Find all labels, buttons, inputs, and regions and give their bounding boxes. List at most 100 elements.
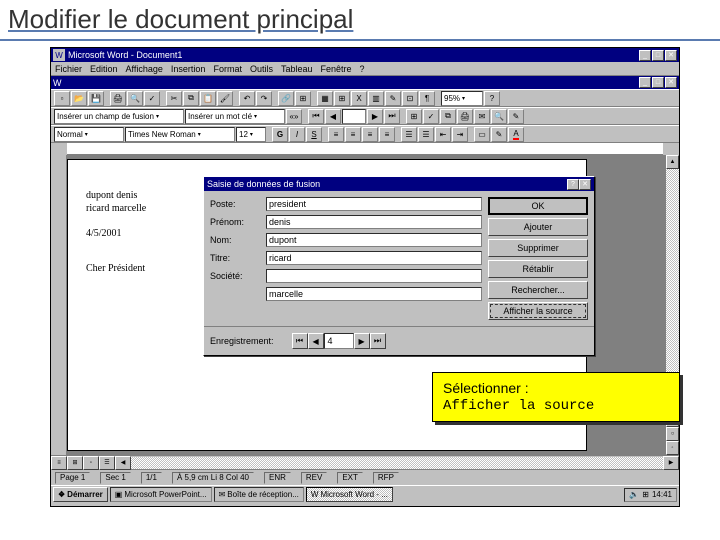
menu-edition[interactable]: Edition: [90, 64, 118, 74]
indent-icon[interactable]: ⇥: [452, 127, 468, 142]
highlight-icon[interactable]: ✎: [491, 127, 507, 142]
page-view-icon[interactable]: ▫: [83, 456, 99, 470]
align-center-icon[interactable]: ≡: [345, 127, 361, 142]
next-page-icon[interactable]: ◦: [666, 441, 679, 455]
print-icon[interactable]: 🖨: [110, 91, 126, 106]
taskbar-item-inbox[interactable]: ✉Boîte de réception...: [214, 487, 304, 502]
open-icon[interactable]: 📂: [71, 91, 87, 106]
taskbar-item-powerpoint[interactable]: ▣Microsoft PowerPoint...: [110, 487, 212, 502]
undo-icon[interactable]: ↶: [239, 91, 255, 106]
tray-network-icon[interactable]: ⊞: [642, 490, 649, 499]
tray-volume-icon[interactable]: 🔈: [629, 490, 639, 499]
merge-to-doc-icon[interactable]: ⧉: [440, 109, 456, 124]
vertical-ruler[interactable]: [51, 155, 67, 455]
bullets-icon[interactable]: ☰: [418, 127, 434, 142]
insert-word-field-combo[interactable]: Insérer un mot clé▾: [185, 109, 285, 124]
rechercher-button[interactable]: Rechercher...: [488, 281, 588, 299]
hyperlink-icon[interactable]: 🔗: [278, 91, 294, 106]
save-icon[interactable]: 💾: [88, 91, 104, 106]
scroll-up-icon[interactable]: ▲: [666, 155, 679, 169]
cut-icon[interactable]: ✂: [166, 91, 182, 106]
excel-icon[interactable]: X: [351, 91, 367, 106]
maximize-button[interactable]: □: [652, 50, 664, 61]
prev-record-icon[interactable]: ◀: [325, 109, 341, 124]
close-button[interactable]: ✕: [665, 50, 677, 61]
justify-icon[interactable]: ≡: [379, 127, 395, 142]
font-combo[interactable]: Times New Roman▾: [125, 127, 235, 142]
spell-icon[interactable]: ✓: [144, 91, 160, 106]
start-button[interactable]: ❖ Démarrer: [53, 487, 108, 502]
preview-icon[interactable]: 🔍: [127, 91, 143, 106]
copy-icon[interactable]: ⧉: [183, 91, 199, 106]
menu-insertion[interactable]: Insertion: [171, 64, 206, 74]
input-poste[interactable]: president: [266, 197, 482, 211]
align-right-icon[interactable]: ≡: [362, 127, 378, 142]
normal-view-icon[interactable]: ≡: [51, 456, 67, 470]
dialog-close-button[interactable]: ✕: [579, 179, 591, 190]
taskbar-item-word[interactable]: WMicrosoft Word - ...: [306, 487, 393, 502]
check-errors-icon[interactable]: ✓: [423, 109, 439, 124]
horizontal-ruler[interactable]: [67, 143, 663, 155]
edit-source-icon[interactable]: ✎: [508, 109, 524, 124]
web-toolbar-icon[interactable]: ⊞: [295, 91, 311, 106]
last-record-icon[interactable]: ⏭: [384, 109, 400, 124]
mail-merge-helper-icon[interactable]: ⊞: [406, 109, 422, 124]
paste-icon[interactable]: 📋: [200, 91, 216, 106]
system-tray[interactable]: 🔈 ⊞ 14:41: [624, 488, 677, 502]
first-record-icon[interactable]: ⏮: [308, 109, 324, 124]
record-number[interactable]: [342, 109, 366, 124]
ajouter-button[interactable]: Ajouter: [488, 218, 588, 236]
input-societe[interactable]: [266, 269, 482, 283]
insert-table-icon[interactable]: ⊞: [334, 91, 350, 106]
nav-record-number[interactable]: 4: [324, 333, 354, 349]
bold-icon[interactable]: G: [272, 127, 288, 142]
doc-close-button[interactable]: ✕: [665, 77, 677, 88]
nav-last-icon[interactable]: ⏭: [370, 333, 386, 349]
hscroll-right-icon[interactable]: ▶: [663, 456, 679, 470]
outdent-icon[interactable]: ⇤: [435, 127, 451, 142]
merge-to-printer-icon[interactable]: 🖨: [457, 109, 473, 124]
italic-icon[interactable]: I: [289, 127, 305, 142]
new-icon[interactable]: ▫: [54, 91, 70, 106]
insert-merge-field-combo[interactable]: Insérer un champ de fusion▾: [54, 109, 184, 124]
menu-fenetre[interactable]: Fenêtre: [321, 64, 352, 74]
format-painter-icon[interactable]: 🖌: [217, 91, 233, 106]
style-combo[interactable]: Normal▾: [54, 127, 124, 142]
next-record-icon[interactable]: ▶: [367, 109, 383, 124]
nav-next-icon[interactable]: ▶: [354, 333, 370, 349]
minimize-button[interactable]: _: [639, 50, 651, 61]
supprimer-button[interactable]: Supprimer: [488, 239, 588, 257]
outline-view-icon[interactable]: ☰: [99, 456, 115, 470]
menu-affichage[interactable]: Affichage: [126, 64, 163, 74]
browse-object-icon[interactable]: ○: [666, 427, 679, 441]
horizontal-scrollbar[interactable]: [131, 457, 663, 469]
zoom-combo[interactable]: 95%▾: [441, 91, 483, 106]
view-merged-icon[interactable]: «»: [286, 109, 302, 124]
borders-icon[interactable]: ▭: [474, 127, 490, 142]
menu-format[interactable]: Format: [213, 64, 242, 74]
menu-help[interactable]: ?: [360, 64, 365, 74]
font-color-icon[interactable]: A: [508, 127, 524, 142]
columns-icon[interactable]: ▥: [368, 91, 384, 106]
doc-minimize-button[interactable]: _: [639, 77, 651, 88]
map-icon[interactable]: ⊡: [402, 91, 418, 106]
doc-maximize-button[interactable]: □: [652, 77, 664, 88]
ok-button[interactable]: OK: [488, 197, 588, 215]
redo-icon[interactable]: ↷: [256, 91, 272, 106]
input-nom[interactable]: dupont: [266, 233, 482, 247]
input-prenom[interactable]: denis: [266, 215, 482, 229]
underline-icon[interactable]: S: [306, 127, 322, 142]
mail-merge-icon[interactable]: ✉: [474, 109, 490, 124]
show-hide-icon[interactable]: ¶: [419, 91, 435, 106]
input-adresse[interactable]: marcelle: [266, 287, 482, 301]
nav-prev-icon[interactable]: ◀: [308, 333, 324, 349]
font-size-combo[interactable]: 12▾: [236, 127, 266, 142]
afficher-source-button[interactable]: Afficher la source: [488, 302, 588, 320]
hscroll-left-icon[interactable]: ◀: [115, 456, 131, 470]
nav-first-icon[interactable]: ⏮: [292, 333, 308, 349]
dialog-help-button[interactable]: ?: [567, 179, 579, 190]
help-icon[interactable]: ?: [484, 91, 500, 106]
drawing-icon[interactable]: ✎: [385, 91, 401, 106]
numbering-icon[interactable]: ☰: [401, 127, 417, 142]
menu-tableau[interactable]: Tableau: [281, 64, 313, 74]
